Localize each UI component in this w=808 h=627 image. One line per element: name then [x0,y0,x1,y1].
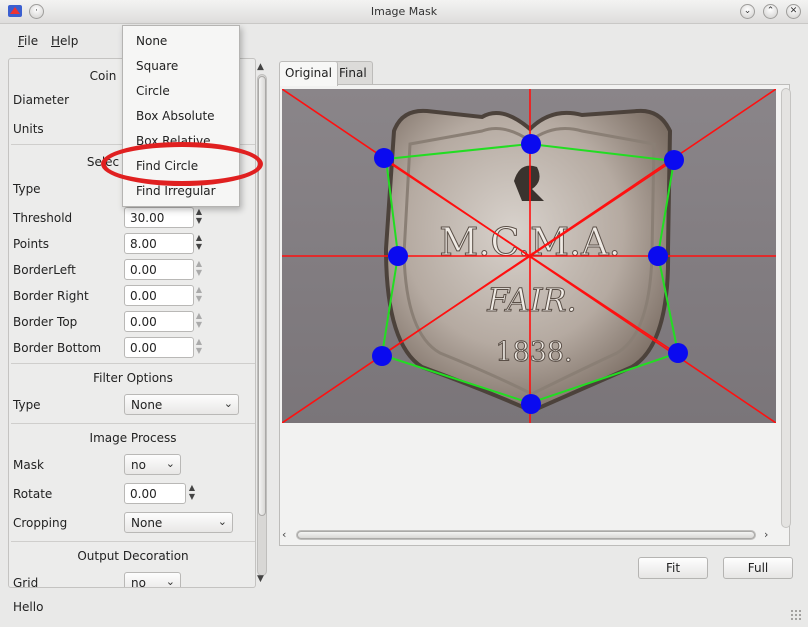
rotate-spinbox[interactable]: 0.00 [124,483,186,504]
handle-point[interactable] [648,246,668,266]
grid-combo[interactable]: no ⌄ [124,572,181,588]
handle-point[interactable] [372,346,392,366]
title-bar: · Image Mask ⌄ ⌃ ✕ [0,0,808,24]
separator [11,363,255,364]
menu-file[interactable]: File [18,34,38,48]
border-left-spinbox[interactable]: 0.00 [124,259,194,280]
window-title: Image Mask [370,5,438,18]
threshold-spin-arrows-icon[interactable]: ▲ ▼ [192,207,206,228]
points-spin-arrows-icon[interactable]: ▲ ▼ [192,233,206,254]
dropdown-option-none[interactable]: None [136,34,167,48]
full-button[interactable]: Full [723,557,793,579]
filter-type-combo[interactable]: None ⌄ [124,394,239,415]
selection-type-dropdown[interactable]: None Square Circle Box Absolute Box Rela… [122,25,240,207]
cropping-label: Cropping [13,516,68,530]
border-top-label: Border Top [13,315,78,329]
border-bottom-spin-arrows-icon[interactable]: ▲ ▼ [192,337,206,358]
cropping-combo[interactable]: None ⌄ [124,512,233,533]
threshold-spinbox[interactable]: 30.00 [124,207,194,228]
resize-grip-icon[interactable] [790,609,802,621]
filter-options-title: Filter Options [93,371,173,385]
maximize-window-icon[interactable]: ⌃ [763,4,778,19]
image-process-title: Image Process [89,431,177,445]
tab-original[interactable]: Original [279,61,338,86]
handle-point[interactable] [664,150,684,170]
dropdown-option-circle[interactable]: Circle [136,84,170,98]
handle-point[interactable] [521,134,541,154]
border-right-spinbox[interactable]: 0.00 [124,285,194,306]
scroll-up-icon[interactable]: ▲ [257,62,264,72]
border-left-spin-arrows-icon[interactable]: ▲ ▼ [192,259,206,280]
handle-point[interactable] [668,343,688,363]
tab-final[interactable]: Final [333,61,373,85]
border-right-spin-arrows-icon[interactable]: ▲ ▼ [192,285,206,306]
dropdown-option-box-relative[interactable]: Box Relative [136,134,211,148]
output-decoration-title: Output Decoration [77,549,189,563]
points-spinbox[interactable]: 8.00 [124,233,194,254]
chevron-down-icon: ⌄ [223,397,233,410]
mask-value: no [131,458,146,472]
separator [11,541,255,542]
rotate-spin-arrows-icon[interactable]: ▲ ▼ [185,483,199,504]
settings-scrollbar[interactable]: ▲ ▼ [255,62,269,586]
threshold-label: Threshold [13,211,73,225]
dropdown-option-find-circle[interactable]: Find Circle [136,159,198,173]
menu-help[interactable]: Help [51,34,78,48]
scrollbar-track[interactable] [781,88,791,528]
scrollbar-thumb[interactable] [297,531,755,539]
coin-text-line3: 1838. [495,337,572,368]
image-canvas[interactable]: M.C.M.A. FAIR. 1838. [282,89,776,423]
status-text: Hello [13,600,44,614]
border-top-spinbox[interactable]: 0.00 [124,311,194,332]
filter-type-value: None [131,398,163,412]
filter-type-label: Type [13,398,41,412]
grid-value: no [131,576,146,588]
selection-type-label: Type [13,182,41,196]
handle-point[interactable] [521,394,541,414]
handle-point[interactable] [388,246,408,266]
cropping-value: None [131,516,163,530]
scrollbar-thumb[interactable] [258,76,266,516]
view-vertical-scrollbar[interactable] [780,88,792,528]
diameter-label: Diameter [13,93,70,107]
dropdown-option-find-irregular[interactable]: Find Irregular [136,184,216,198]
mask-label: Mask [13,458,44,472]
border-bottom-spinbox[interactable]: 0.00 [124,337,194,358]
minimize-window-icon[interactable]: ⌄ [740,4,755,19]
handle-point[interactable] [374,148,394,168]
dropdown-option-square[interactable]: Square [136,59,178,73]
scroll-down-icon[interactable]: ▼ [257,574,264,584]
view-horizontal-scrollbar[interactable]: ‹ › [282,528,777,542]
border-top-spin-arrows-icon[interactable]: ▲ ▼ [192,311,206,332]
units-label: Units [13,122,44,136]
mask-combo[interactable]: no ⌄ [124,454,181,475]
scroll-left-icon[interactable]: ‹ [282,528,286,541]
border-right-label: Border Right [13,289,89,303]
rotate-label: Rotate [13,487,53,501]
border-bottom-label: Border Bottom [13,341,102,355]
chevron-down-icon: ⌄ [217,515,227,528]
separator [11,423,255,424]
coin-text-line2: FAIR. [486,281,576,319]
status-bar: Hello [0,596,808,627]
border-left-label: BorderLeft [13,263,76,277]
chevron-down-icon: ⌄ [165,457,175,470]
close-window-icon[interactable]: ✕ [786,4,801,19]
scroll-right-icon[interactable]: › [764,528,768,541]
grid-label: Grid [13,576,39,588]
chevron-down-icon: ⌄ [165,575,175,588]
fit-button[interactable]: Fit [638,557,708,579]
points-label: Points [13,237,50,251]
dropdown-option-box-absolute[interactable]: Box Absolute [136,109,215,123]
